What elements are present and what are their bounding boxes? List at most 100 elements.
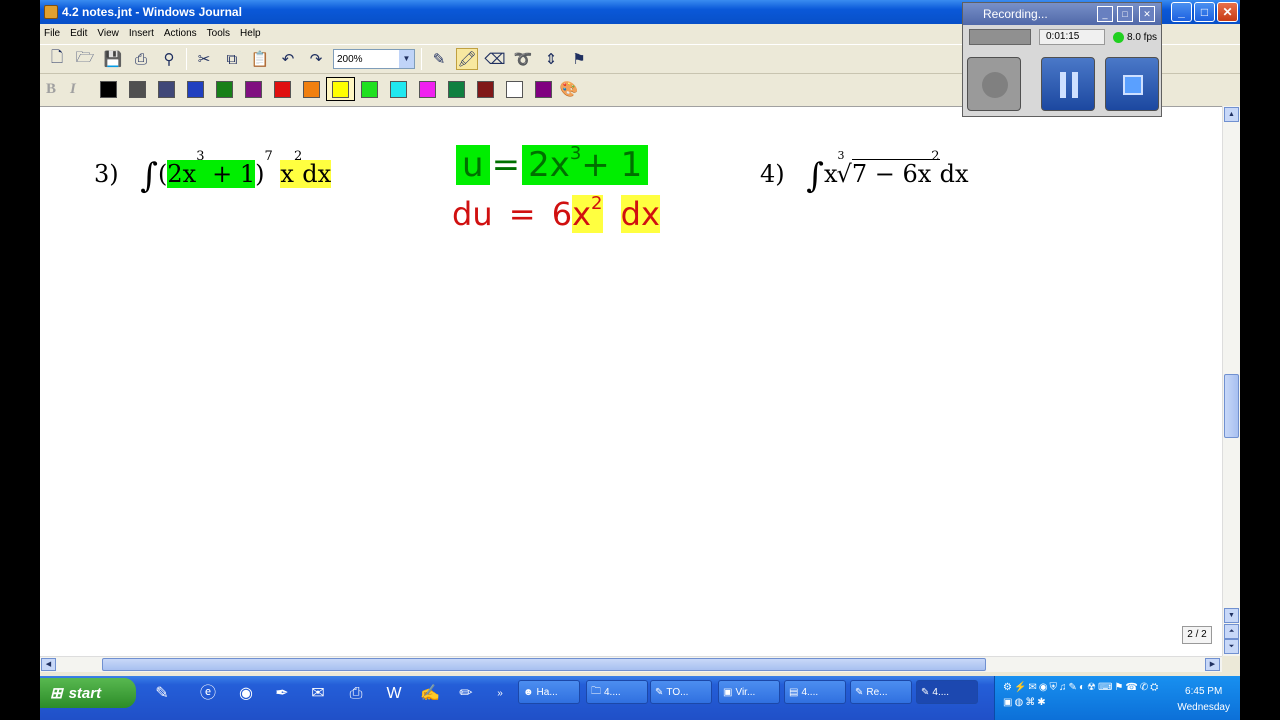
print-icon[interactable]: ⎙ (130, 48, 152, 70)
tray-icon[interactable]: ⚑ (1114, 682, 1123, 695)
tray-icon[interactable]: ✉ (1028, 682, 1036, 695)
more-quicklaunch-icon[interactable]: » (488, 682, 512, 706)
find-icon[interactable]: ⚲ (158, 48, 180, 70)
scroll-down-arrow-icon[interactable]: ▼ (1224, 608, 1239, 623)
color-swatch[interactable] (326, 77, 355, 101)
recorder-title-bar[interactable]: Recording... _ □ ✕ (963, 3, 1161, 25)
minimize-button[interactable]: _ (1171, 2, 1192, 22)
tray-icon[interactable]: ✱ (1037, 697, 1045, 710)
open-folder-icon[interactable]: 🗁 (74, 48, 96, 70)
start-button[interactable]: ⊞ start (40, 678, 136, 708)
task-button[interactable]: ▣ Vir... (718, 680, 780, 704)
redo-icon[interactable]: ↷ (305, 48, 327, 70)
new-note-icon[interactable]: 🗋 (46, 48, 68, 70)
color-swatch[interactable] (500, 77, 529, 101)
tray-icon[interactable]: ⚙ (1003, 682, 1012, 695)
task-button[interactable]: 🗀 4.... (586, 680, 648, 704)
close-button[interactable]: ✕ (1217, 2, 1238, 22)
maximize-button[interactable]: □ (1194, 2, 1215, 22)
color-swatch[interactable] (355, 77, 384, 101)
paste-icon[interactable]: 📋 (249, 48, 271, 70)
tray-icon[interactable]: ♫ (1059, 682, 1067, 695)
vertical-scroll-thumb[interactable] (1224, 374, 1239, 438)
pause-button[interactable] (1041, 57, 1095, 111)
color-swatch[interactable] (210, 77, 239, 101)
recorder-restore-button[interactable]: □ (1117, 6, 1133, 22)
recorder-close-button[interactable]: ✕ (1139, 6, 1155, 22)
bold-button[interactable]: B (46, 81, 70, 98)
task-button[interactable]: ▤ 4.... (784, 680, 846, 704)
task-button[interactable]: ✎ TO... (650, 680, 712, 704)
menu-actions[interactable]: Actions (164, 28, 197, 39)
menu-edit[interactable]: Edit (70, 28, 87, 39)
color-swatch[interactable] (471, 77, 500, 101)
tray-icon[interactable]: ✆ (1140, 682, 1148, 695)
show-desktop-icon[interactable]: ✎ (150, 682, 174, 706)
clock[interactable]: 6:45 PM Wednesday (1177, 684, 1230, 716)
save-icon[interactable]: 💾 (102, 48, 124, 70)
highlighter-icon[interactable]: 🖍 (456, 48, 478, 70)
pen-icon[interactable]: ✎ (428, 48, 450, 70)
menu-view[interactable]: View (97, 28, 119, 39)
color-swatch[interactable] (413, 77, 442, 101)
email-icon[interactable]: ✉ (306, 682, 330, 706)
flag-icon[interactable]: ⚑ (568, 48, 590, 70)
color-swatch[interactable] (239, 77, 268, 101)
color-swatch[interactable] (442, 77, 471, 101)
menu-tools[interactable]: Tools (207, 28, 230, 39)
record-button[interactable] (967, 57, 1021, 111)
media-player-icon[interactable]: ◉ (234, 682, 258, 706)
tray-icon[interactable]: ☢ (1087, 682, 1096, 695)
color-swatch[interactable] (181, 77, 210, 101)
cut-icon[interactable]: ✂ (193, 48, 215, 70)
tray-icon[interactable]: ◐ (1079, 682, 1085, 695)
tray-icon[interactable]: ⌘ (1025, 697, 1035, 710)
word-icon[interactable]: W (382, 682, 406, 706)
horizontal-scrollbar[interactable]: ◀ ▶ (40, 656, 1222, 672)
color-swatch[interactable] (384, 77, 413, 101)
network-icon[interactable]: ⎙ (344, 682, 368, 706)
tray-icon[interactable]: ▣ (1003, 697, 1012, 710)
color-swatch[interactable] (268, 77, 297, 101)
tray-icon[interactable]: ⚡ (1014, 682, 1026, 695)
color-chooser-icon[interactable]: 🎨 (558, 78, 580, 100)
tray-icon[interactable]: ✎ (1069, 682, 1077, 695)
color-swatch[interactable] (94, 77, 123, 101)
horizontal-scroll-thumb[interactable] (102, 658, 986, 671)
task-button[interactable]: ☻ Ha... (518, 680, 580, 704)
task-button-active[interactable]: ✎ 4.... (916, 680, 978, 704)
vertical-scrollbar[interactable]: ▲ ▼ ⏶ ⏷ (1222, 106, 1240, 656)
tray-icon[interactable]: ⛨ (1050, 682, 1058, 695)
journal-icon[interactable]: ✍ (418, 682, 442, 706)
previous-page-icon[interactable]: ⏶ (1224, 624, 1239, 639)
browser-icon[interactable]: ⓔ (196, 682, 220, 706)
zoom-select[interactable]: 200% ▼ (333, 49, 415, 69)
lasso-select-icon[interactable]: ➰ (512, 48, 534, 70)
eraser-icon[interactable]: ⌫ (484, 48, 506, 70)
pen-app-icon[interactable]: ✒ (270, 682, 294, 706)
tray-icon[interactable]: ⛭ (1150, 682, 1158, 695)
insert-space-icon[interactable]: ⇕ (540, 48, 562, 70)
color-swatch[interactable] (297, 77, 326, 101)
recorder-minimize-button[interactable]: _ (1097, 6, 1113, 22)
color-swatch[interactable] (123, 77, 152, 101)
italic-button[interactable]: I (70, 81, 94, 98)
task-button[interactable]: ✎ Re... (850, 680, 912, 704)
color-swatch[interactable] (152, 77, 181, 101)
stop-button[interactable] (1105, 57, 1159, 111)
journal-page[interactable]: 3) ∫(2x3 + 1)7 x2dx u = 2x3+ 1 du = 6x2 dx… (40, 106, 1222, 656)
notes-icon[interactable]: ✏ (454, 682, 478, 706)
scroll-up-arrow-icon[interactable]: ▲ (1224, 107, 1239, 122)
menu-help[interactable]: Help (240, 28, 261, 39)
next-page-icon[interactable]: ⏷ (1224, 639, 1239, 654)
undo-icon[interactable]: ↶ (277, 48, 299, 70)
color-swatch[interactable] (529, 77, 558, 101)
copy-icon[interactable]: ⧉ (221, 48, 243, 70)
scroll-right-arrow-icon[interactable]: ▶ (1205, 658, 1220, 671)
menu-insert[interactable]: Insert (129, 28, 154, 39)
tray-icon[interactable]: ☎ (1125, 682, 1137, 695)
tray-icon[interactable]: ◉ (1039, 682, 1048, 695)
tray-icon[interactable]: ⌨ (1098, 682, 1112, 695)
menu-file[interactable]: File (44, 28, 60, 39)
tray-icon[interactable]: ◍ (1014, 697, 1023, 710)
